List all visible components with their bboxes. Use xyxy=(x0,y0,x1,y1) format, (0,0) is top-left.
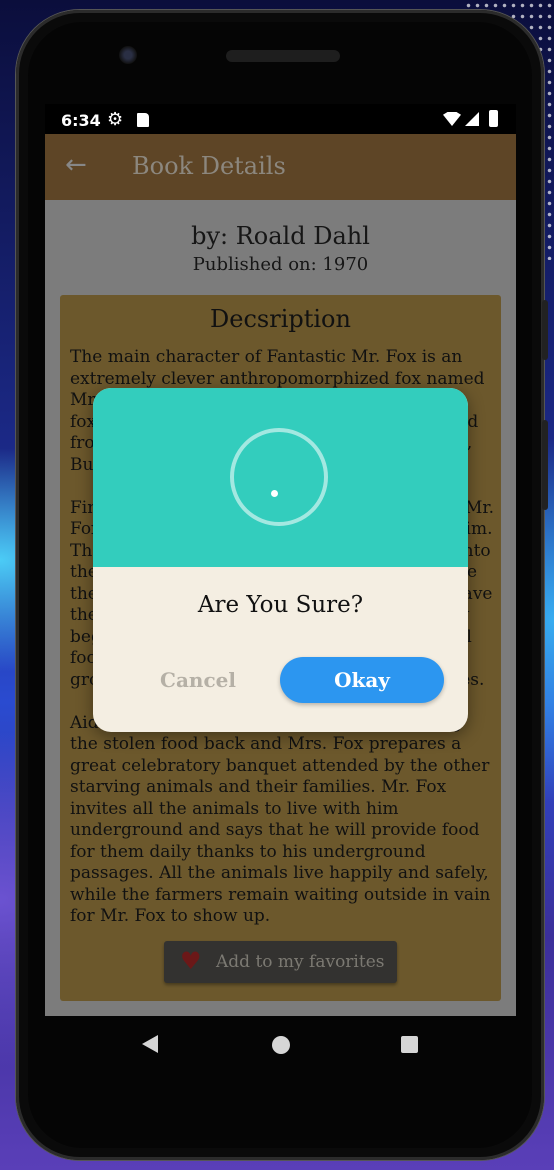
back-triangle-icon[interactable] xyxy=(142,1035,158,1053)
home-circle-icon[interactable] xyxy=(272,1036,290,1054)
wifi-icon xyxy=(443,112,461,126)
screen: 6:34 ⚙ ← Book Details by: Roald Dahl Pub… xyxy=(45,104,516,1016)
front-camera xyxy=(119,46,137,64)
system-nav-bar xyxy=(45,1016,516,1072)
volume-button xyxy=(542,300,548,360)
confirm-dialog: Are You Sure? Cancel Okay xyxy=(93,388,468,732)
gear-icon: ⚙ xyxy=(107,109,124,130)
okay-button[interactable]: Okay xyxy=(280,657,444,703)
recents-square-icon[interactable] xyxy=(401,1036,418,1053)
status-bar: 6:34 ⚙ xyxy=(45,104,516,136)
cancel-button[interactable]: Cancel xyxy=(133,658,263,702)
earpiece-speaker xyxy=(226,50,340,62)
power-button xyxy=(542,420,548,510)
dialog-question: Are You Sure? xyxy=(197,592,364,618)
sd-card-icon xyxy=(137,113,149,127)
loading-spinner-icon xyxy=(230,428,328,526)
status-time: 6:34 xyxy=(61,111,101,130)
signal-icon xyxy=(465,112,479,126)
dialog-header xyxy=(93,388,468,567)
spinner-dot xyxy=(271,490,278,497)
battery-icon xyxy=(489,110,498,127)
